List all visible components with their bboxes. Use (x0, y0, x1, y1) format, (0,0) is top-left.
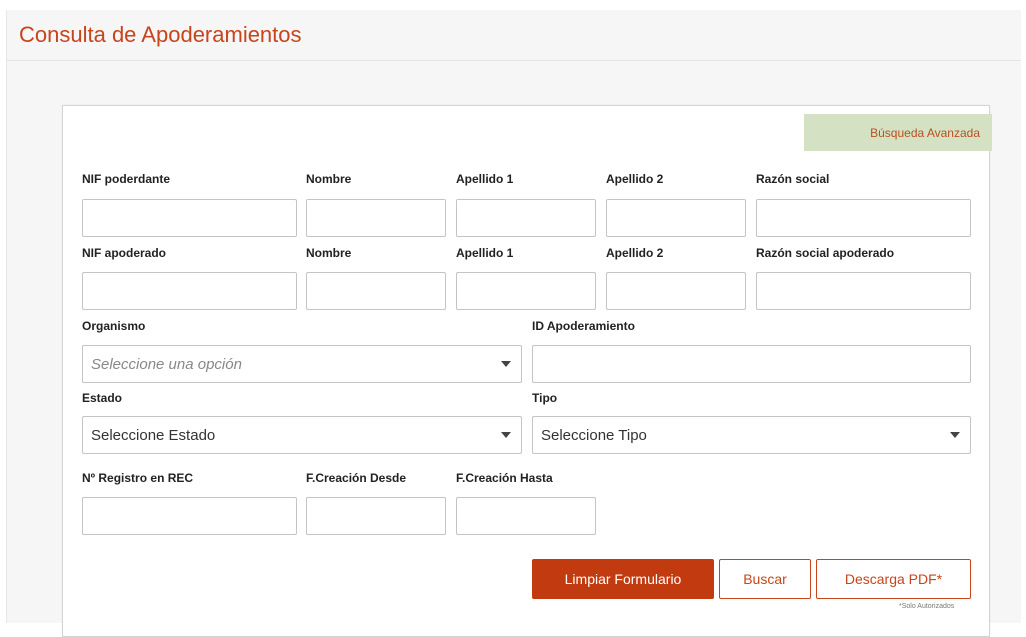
razon-social-input[interactable] (756, 199, 971, 237)
razon-social-apoderado-input[interactable] (756, 272, 971, 310)
estado-label: Estado (82, 391, 123, 405)
id-apoderamiento-label: ID Apoderamiento (532, 319, 635, 333)
apellido2-apoderado-label: Apellido 2 (606, 246, 664, 260)
razon-social-apoderado-label: Razón social apoderado (756, 246, 895, 260)
fcreacion-hasta-input[interactable] (456, 497, 596, 535)
nombre-poderdante-input[interactable] (306, 199, 446, 237)
tipo-select-value: Seleccione Tipo (541, 426, 647, 444)
nombre-poderdante-label: Nombre (306, 172, 352, 186)
apellido1-apoderado-input[interactable] (456, 272, 596, 310)
advanced-search-button[interactable]: Búsqueda Avanzada (804, 114, 992, 151)
apellido1-apoderado-label: Apellido 1 (456, 246, 514, 260)
buscar-button[interactable]: Buscar (719, 559, 811, 599)
nombre-apoderado-label: Nombre (306, 246, 352, 260)
chevron-down-icon (950, 432, 960, 438)
organismo-label: Organismo (82, 319, 146, 333)
organismo-select-value: Seleccione una opción (91, 355, 242, 373)
apellido1-poderdante-input[interactable] (456, 199, 596, 237)
page-title: Consulta de Apoderamientos (19, 22, 302, 47)
solo-autorizados-note: *Solo Autorizados (899, 603, 955, 610)
nombre-apoderado-input[interactable] (306, 272, 446, 310)
nif-poderdante-input[interactable] (82, 199, 297, 237)
apellido2-poderdante-input[interactable] (606, 199, 746, 237)
fcreacion-desde-input[interactable] (306, 497, 446, 535)
apellido1-poderdante-label: Apellido 1 (456, 172, 514, 186)
descarga-pdf-button[interactable]: Descarga PDF* (816, 559, 971, 599)
organismo-select[interactable]: Seleccione una opción (82, 345, 522, 383)
razon-social-label: Razón social (756, 172, 830, 186)
chevron-down-icon (501, 361, 511, 367)
apellido2-apoderado-input[interactable] (606, 272, 746, 310)
nif-apoderado-label: NIF apoderado (82, 246, 167, 260)
estado-select[interactable]: Seleccione Estado (82, 416, 522, 454)
search-form-card: Búsqueda Avanzada NIF poderdante Nombre … (62, 105, 992, 637)
nif-apoderado-input[interactable] (82, 272, 297, 310)
tipo-select[interactable]: Seleccione Tipo (532, 416, 971, 454)
apellido2-poderdante-label: Apellido 2 (606, 172, 664, 186)
tipo-label: Tipo (532, 391, 558, 405)
chevron-down-icon (501, 432, 511, 438)
registro-rec-label: Nº Registro en REC (82, 471, 194, 485)
estado-select-value: Seleccione Estado (91, 426, 216, 444)
nif-poderdante-label: NIF poderdante (82, 172, 171, 186)
fcreacion-desde-label: F.Creación Desde (306, 471, 407, 485)
title-bar: Consulta de Apoderamientos (7, 10, 1021, 61)
registro-rec-input[interactable] (82, 497, 297, 535)
id-apoderamiento-input[interactable] (532, 345, 971, 383)
fcreacion-hasta-label: F.Creación Hasta (456, 471, 553, 485)
page-frame: Consulta de Apoderamientos Búsqueda Avan… (6, 10, 1021, 637)
limpiar-formulario-button[interactable]: Limpiar Formulario (532, 559, 714, 599)
